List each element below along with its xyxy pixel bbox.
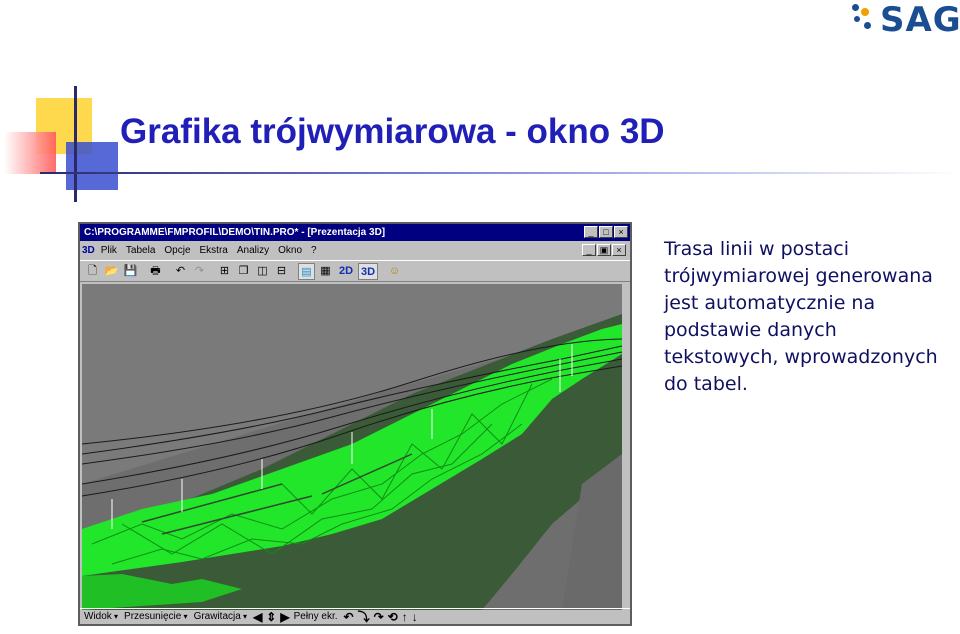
window-controls: _ □ × [584, 226, 628, 238]
window-titlebar[interactable]: C:\PROGRAMME\FMPROFIL\DEMO\TIN.PRO* - [P… [80, 224, 630, 241]
rotate-right-icon[interactable]: ↷ [374, 609, 384, 625]
document-view-icon[interactable]: ▤ [298, 262, 315, 280]
slide-description: Trasa linii w postaci trójwymiarowej gen… [664, 238, 938, 395]
maximize-button[interactable]: □ [599, 226, 613, 238]
logo-text: SAG [880, 0, 960, 40]
menu-tabela[interactable]: Tabela [126, 242, 155, 259]
rotate-reset-icon[interactable]: ⟲ [388, 609, 398, 625]
redo-icon[interactable]: ↷ [191, 263, 208, 280]
rotate-left-icon[interactable]: ↶ [344, 609, 354, 625]
print-icon[interactable]: 🖶 [147, 263, 164, 280]
window-title: C:\PROGRAMME\FMPROFIL\DEMO\TIN.PRO* - [P… [84, 227, 386, 238]
table-icon[interactable]: ▦ [317, 263, 334, 280]
move-dropdown[interactable]: Przesunięcie [124, 609, 188, 625]
view-2d-button[interactable]: 2D [336, 263, 356, 280]
app-window: C:\PROGRAMME\FMPROFIL\DEMO\TIN.PRO* - [P… [78, 222, 632, 626]
rotate-down-icon[interactable]: ⤵ [358, 609, 370, 625]
menu-plik[interactable]: Plik [101, 242, 117, 259]
mdi-close-button[interactable]: × [612, 244, 626, 256]
smiley-icon[interactable]: ☺ [386, 263, 403, 280]
cascade-windows-icon[interactable]: ❐ [235, 263, 252, 280]
toolbar: 🗋 📂 💾 🖶 ↶ ↷ ⊞ ❐ ◫ ⊟ ▤ ▦ 2D 3D ☺ [80, 260, 630, 282]
fullscreen-button[interactable]: Pełny ekr. [294, 609, 338, 625]
mdi-controls: _ ▣ × [582, 244, 626, 256]
decor-red-square [4, 132, 56, 174]
arrow-right-icon[interactable]: ▶ [280, 609, 289, 625]
minimize-button[interactable]: _ [584, 226, 598, 238]
new-file-icon[interactable]: 🗋 [84, 263, 101, 280]
arrows-vertical-icon[interactable]: ⇕ [266, 609, 276, 625]
menu-help[interactable]: ? [311, 242, 317, 259]
save-icon[interactable]: 💾 [122, 263, 139, 280]
view-3d-button[interactable]: 3D [358, 262, 378, 280]
open-folder-icon[interactable]: 📂 [103, 263, 120, 280]
gravity-dropdown[interactable]: Grawitacja [194, 609, 248, 625]
3d-viewport[interactable] [82, 284, 622, 610]
sag-logo: SAG [850, 0, 960, 42]
menu-opcje[interactable]: Opcje [164, 242, 190, 259]
tile-vertical-icon[interactable]: ◫ [254, 263, 271, 280]
slide-title: Grafika trójwymiarowa - okno 3D [120, 112, 665, 151]
navigation-bar: Widok Przesunięcie Grawitacja ◀ ⇕ ▶ Pełn… [80, 608, 630, 624]
mdi-minimize-button[interactable]: _ [582, 244, 596, 256]
logo-dot-icon [852, 4, 859, 11]
menu-3d-icon[interactable]: 3D [82, 242, 95, 259]
move-up-icon[interactable]: ↑ [402, 609, 408, 625]
terrain-3d-render [82, 284, 622, 610]
arrow-left-icon[interactable]: ◀ [253, 609, 262, 625]
menu-ekstra[interactable]: Ekstra [200, 242, 228, 259]
mdi-restore-button[interactable]: ▣ [597, 244, 611, 256]
logo-dot-icon [854, 16, 860, 22]
menu-analizy[interactable]: Analizy [237, 242, 269, 259]
view-dropdown[interactable]: Widok [84, 609, 118, 625]
menu-bar: 3D Plik Tabela Opcje Ekstra Analizy Okno… [80, 242, 630, 259]
logo-dot-icon [864, 22, 871, 29]
title-underline [40, 172, 960, 174]
split-view-icon[interactable]: ⊞ [216, 263, 233, 280]
tile-horizontal-icon[interactable]: ⊟ [273, 263, 290, 280]
move-down-icon[interactable]: ↓ [412, 609, 418, 625]
close-button[interactable]: × [614, 226, 628, 238]
menu-okno[interactable]: Okno [278, 242, 302, 259]
logo-dot-icon [861, 8, 869, 16]
decor-vertical-line [74, 86, 77, 202]
undo-icon[interactable]: ↶ [172, 263, 189, 280]
